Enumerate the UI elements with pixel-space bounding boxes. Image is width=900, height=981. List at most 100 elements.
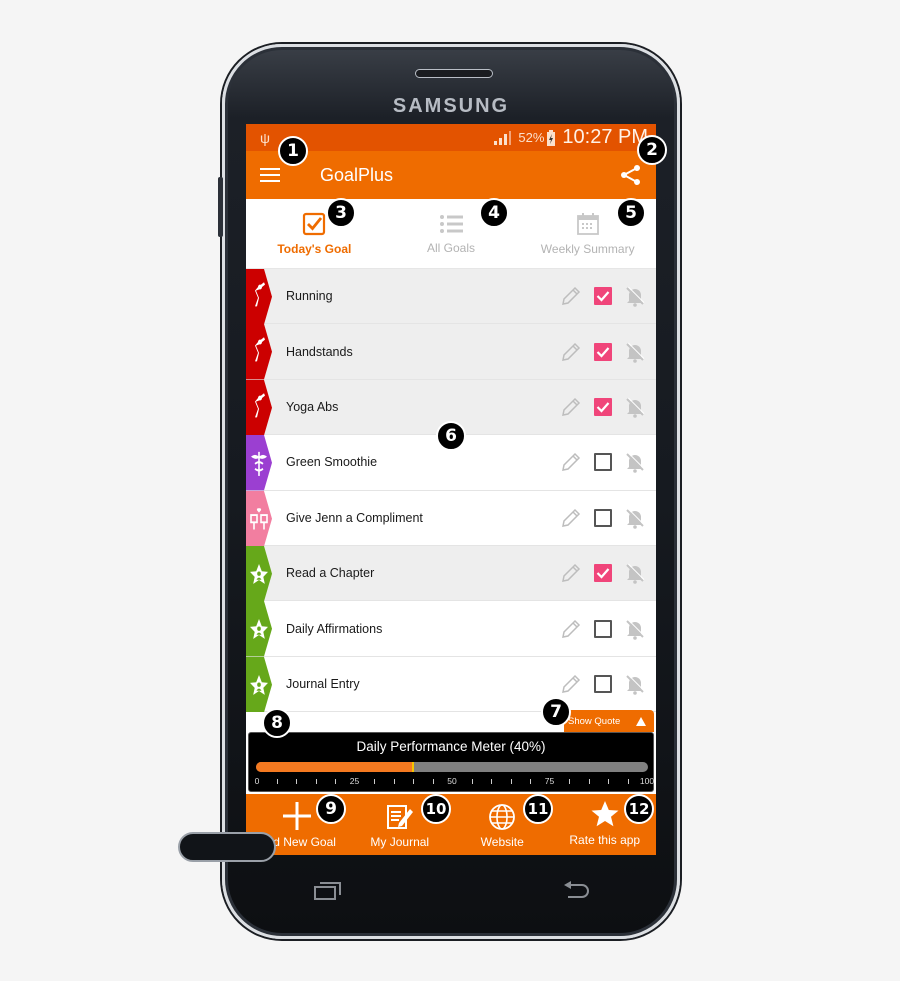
goal-row[interactable]: Journal Entry: [246, 656, 656, 713]
nav-label: Website: [480, 835, 524, 849]
callout-badge: 12: [624, 794, 654, 824]
goal-row[interactable]: Read a Chapter: [246, 545, 656, 602]
pencil-icon[interactable]: [560, 507, 582, 529]
pencil-icon[interactable]: [560, 618, 582, 640]
callout-badge: 7: [541, 697, 571, 727]
share-icon[interactable]: [620, 164, 642, 186]
goal-checkbox[interactable]: [594, 564, 612, 583]
goal-checkbox[interactable]: [594, 508, 612, 527]
tick-mark: [510, 779, 512, 784]
tick-mark: [491, 779, 492, 784]
tick-mark: [569, 779, 570, 784]
callout-badge: 5: [616, 198, 646, 228]
battery-percent: 52%: [518, 130, 545, 145]
bell-off-icon[interactable]: [624, 341, 646, 363]
goal-checkbox[interactable]: [594, 453, 612, 472]
category-tag: [246, 601, 272, 657]
check-icon: [596, 291, 610, 302]
app-screen: ψ 52% 10:27 PM GoalPlus Today's Goal All…: [246, 124, 656, 855]
bell-off-icon[interactable]: [624, 285, 646, 307]
goal-checkbox[interactable]: [594, 342, 612, 361]
tick-mark: [276, 779, 278, 784]
goal-row[interactable]: Handstands: [246, 324, 656, 380]
plus-icon: [283, 802, 312, 830]
nav-label: My Journal: [370, 835, 430, 849]
app-bar: GoalPlus: [246, 151, 656, 199]
pencil-icon[interactable]: [560, 285, 582, 307]
tick-mark: [296, 779, 297, 784]
goal-name: Read a Chapter: [286, 566, 375, 581]
tab-label: Today's Goal: [277, 241, 352, 256]
callout-badge: 4: [479, 198, 509, 228]
goal-name: Daily Affirmations: [286, 621, 383, 636]
category-tag: [246, 269, 272, 325]
battery-charging-icon: [547, 129, 556, 146]
bell-off-icon[interactable]: [624, 673, 646, 695]
recent-apps-key[interactable]: [313, 880, 343, 902]
goal-checkbox[interactable]: [594, 619, 612, 638]
goal-row[interactable]: Daily Affirmations: [246, 601, 656, 657]
tick-label: 100: [639, 776, 655, 786]
meter-title: Daily Performance Meter (40%): [356, 739, 546, 754]
tick-mark: [432, 779, 434, 784]
callout-badge: 8: [262, 708, 292, 738]
goal-checkbox[interactable]: [594, 397, 612, 416]
goal-row[interactable]: Running: [246, 269, 656, 325]
bell-off-icon[interactable]: [624, 451, 646, 474]
bell-off-icon[interactable]: [624, 507, 646, 529]
goal-name: Handstands: [286, 344, 353, 359]
tab-label: Weekly Summary: [540, 241, 635, 256]
pencil-icon[interactable]: [560, 451, 582, 473]
back-key[interactable]: [562, 880, 592, 902]
tick-mark: [335, 779, 336, 784]
category-tag: [246, 435, 272, 491]
show-quote-button[interactable]: Show Quote: [564, 710, 654, 732]
category-tag: [246, 545, 272, 602]
check-icon: [596, 568, 610, 579]
clock: 10:27 PM: [562, 126, 648, 148]
goal-name: Yoga Abs: [286, 399, 339, 414]
home-key[interactable]: [178, 832, 276, 862]
tick-mark: [315, 779, 317, 784]
journal-pencil-icon: [386, 805, 413, 829]
triangle-up-icon: [636, 716, 646, 726]
pencil-icon[interactable]: [560, 673, 582, 695]
pencil-icon[interactable]: [560, 396, 582, 418]
meter-ticks: 0 25 50 75 100: [254, 776, 654, 788]
check-icon: [596, 402, 610, 413]
meter-track: [256, 762, 648, 772]
category-tag: [246, 379, 272, 436]
callout-badge: 6: [436, 421, 466, 451]
hamburger-icon[interactable]: [260, 167, 280, 183]
checkbox-icon: [303, 212, 326, 235]
tick-mark: [588, 779, 590, 784]
bell-off-icon[interactable]: [624, 618, 646, 640]
bottom-nav: Add New Goal My Journal Website Rate thi…: [246, 794, 656, 855]
goal-name: Give Jenn a Compliment: [286, 510, 423, 525]
usb-icon: ψ: [260, 129, 270, 146]
category-tag: [246, 324, 272, 380]
category-tag: [246, 490, 272, 546]
goal-name: Journal Entry: [286, 676, 360, 691]
signal-icon: [494, 130, 512, 145]
goal-checkbox[interactable]: [594, 287, 612, 306]
pencil-icon[interactable]: [560, 562, 582, 584]
tab-bar: Today's Goal All Goals Weekly Summary: [246, 199, 656, 269]
callout-badge: 11: [523, 794, 553, 824]
tick-mark: [393, 779, 395, 784]
tick-mark: [530, 779, 531, 784]
callout-badge: 3: [326, 198, 356, 228]
goal-row[interactable]: Give Jenn a Compliment: [246, 490, 656, 546]
pencil-icon[interactable]: [560, 341, 582, 363]
tab-todays-goal[interactable]: Today's Goal: [246, 199, 383, 268]
callout-badge: 9: [316, 794, 346, 824]
device-brand: SAMSUNG: [392, 95, 510, 117]
goal-checkbox[interactable]: [594, 674, 612, 693]
bell-off-icon[interactable]: [624, 562, 646, 584]
show-quote-label: Show Quote: [568, 715, 621, 727]
tick-mark: [608, 779, 609, 784]
bell-off-icon[interactable]: [624, 396, 646, 418]
tick-label: 50: [447, 776, 457, 786]
tick-label: 0: [254, 776, 260, 786]
category-tag: [246, 656, 272, 713]
